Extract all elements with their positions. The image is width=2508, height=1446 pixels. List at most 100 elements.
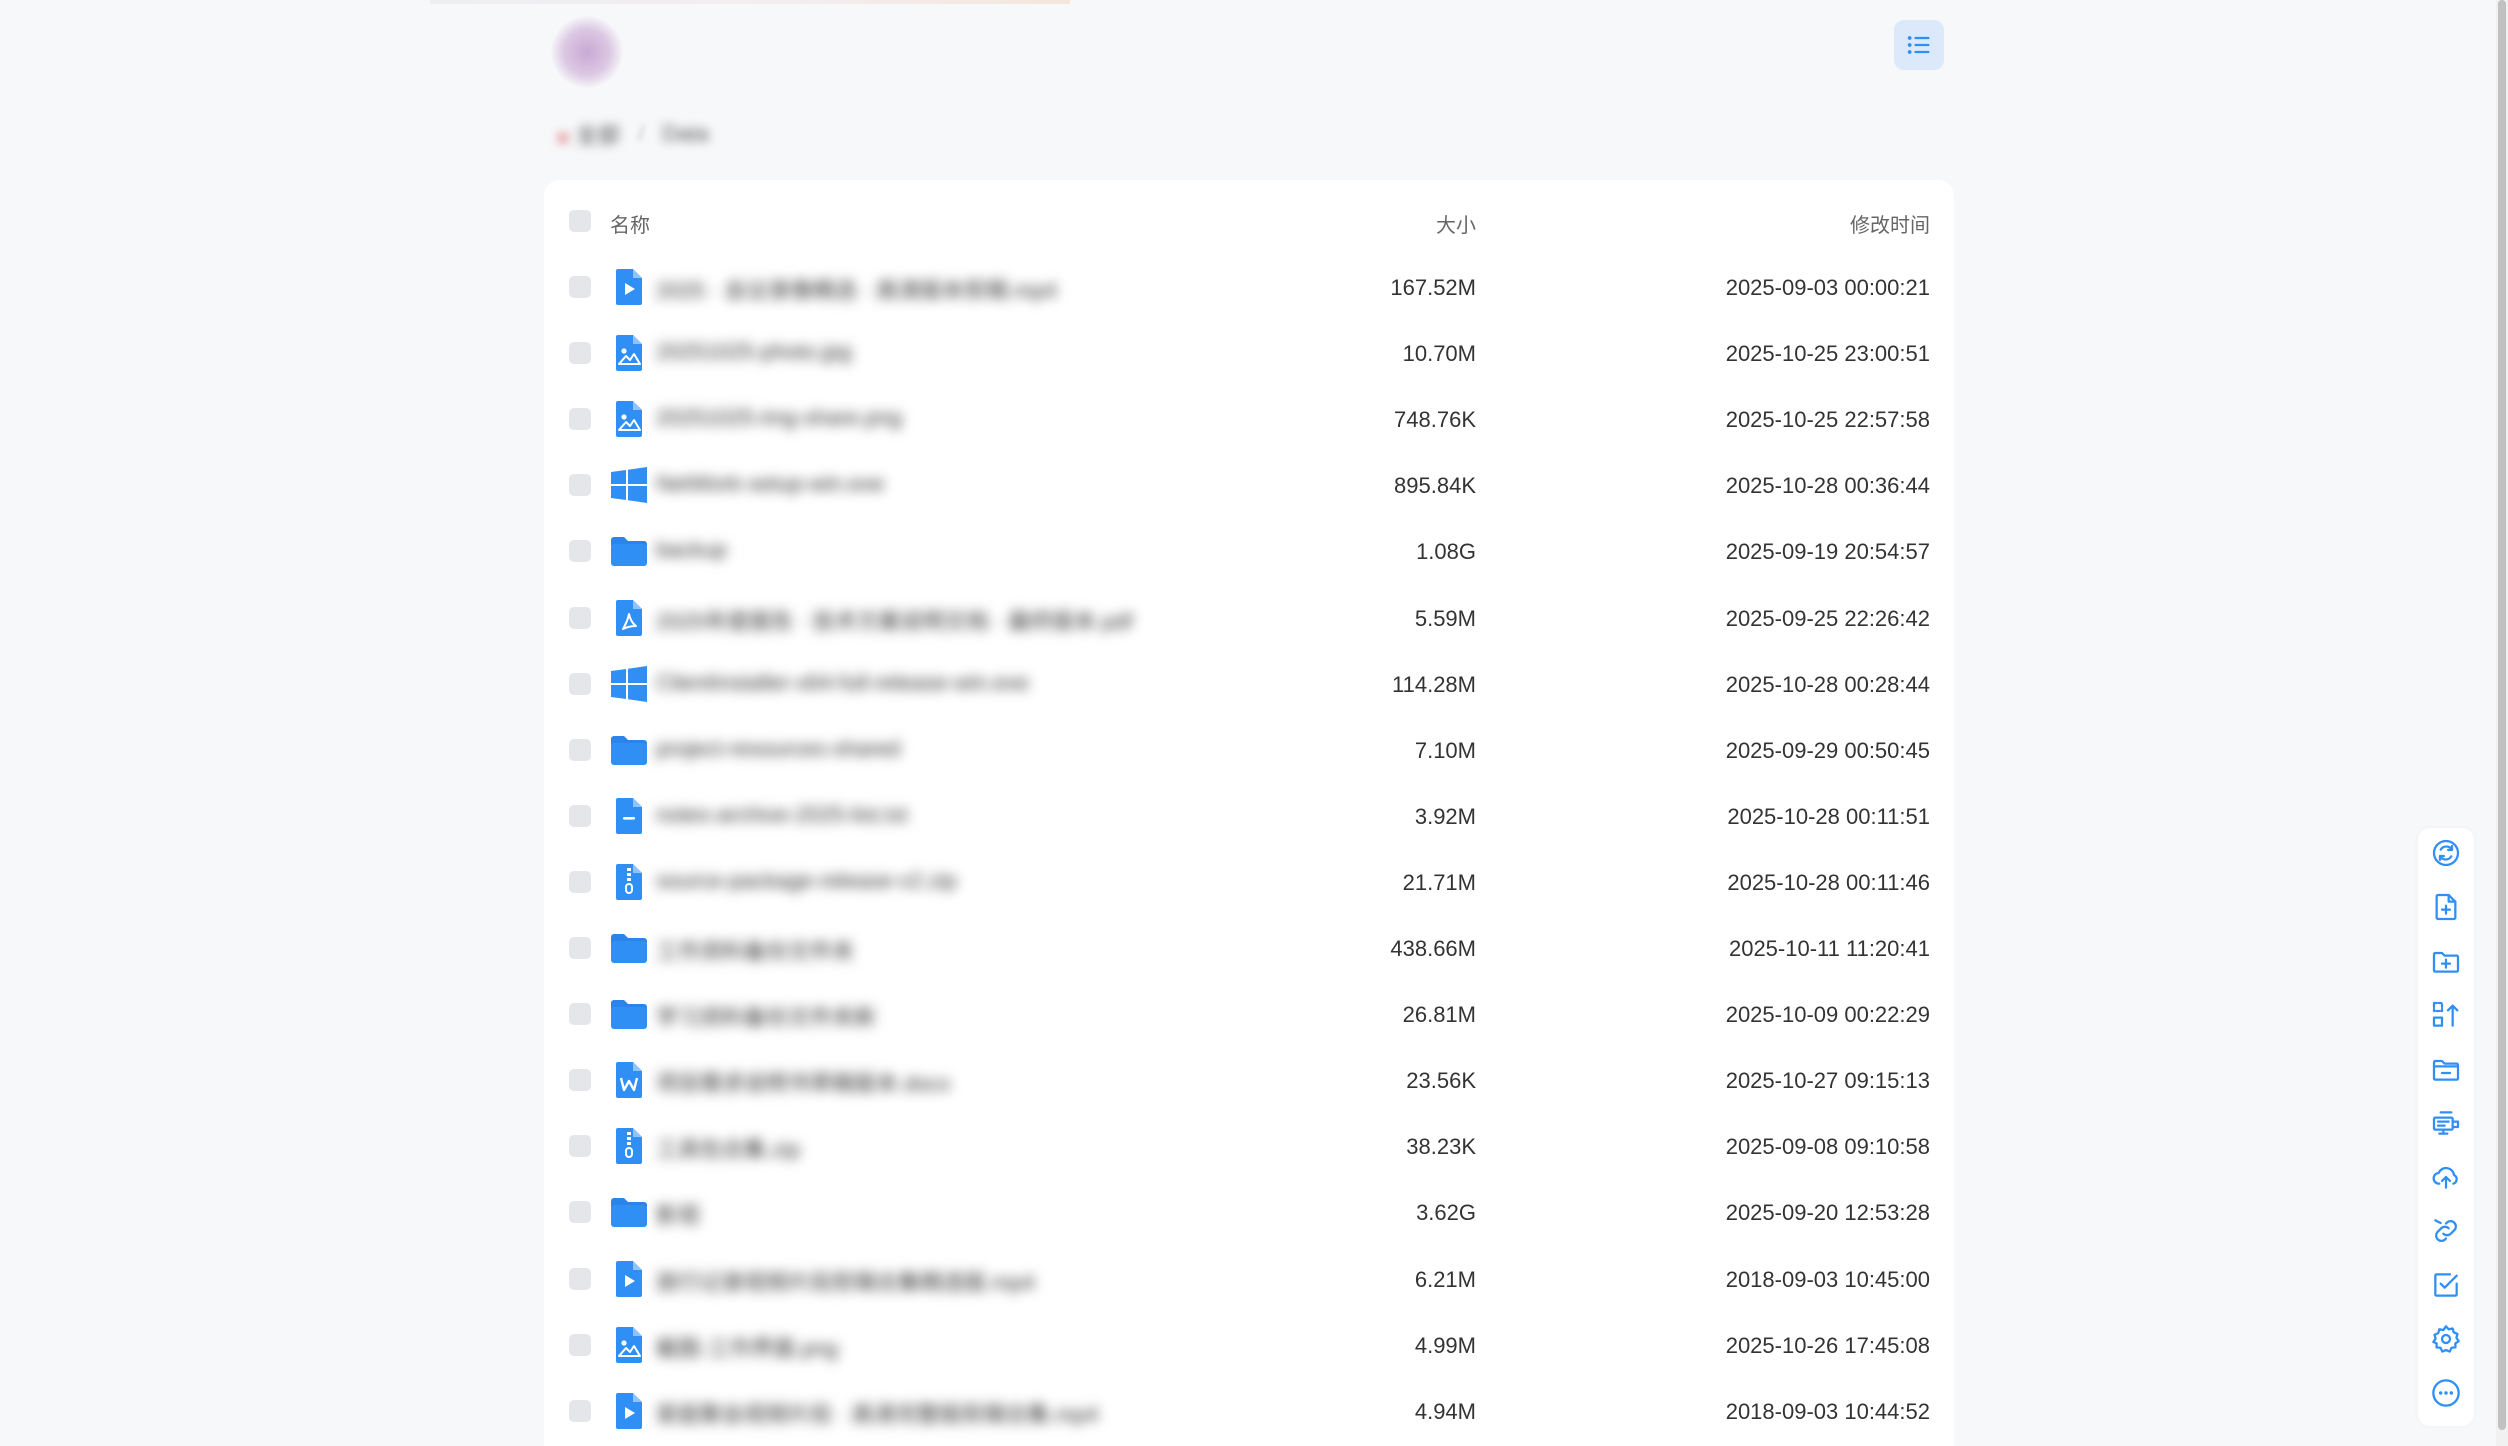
remote-upload-button[interactable] [2430, 1107, 2462, 1139]
video-file-icon [608, 1258, 650, 1300]
file-name[interactable]: NetWork-setup-win.exe [656, 471, 884, 497]
file-list-panel: 名称 大小 修改时间 2025 · 会议录像精选 · 高清版本剪辑.mp4 167… [544, 180, 1954, 1446]
image-file-icon [608, 398, 650, 440]
file-name[interactable]: ClientInstaller-x64-full-release-win.exe [656, 670, 1029, 696]
file-size: 4.94M [1414, 1399, 1476, 1424]
file-name[interactable]: 截图-工作界面.png [656, 1331, 838, 1363]
row-checkbox[interactable] [569, 937, 591, 959]
file-name[interactable]: 20251025-img-share.png [656, 405, 902, 431]
file-row[interactable]: 项目需求说明书草稿版本.docx 23.56K 2025-10-27 09:15:1… [544, 1047, 1954, 1113]
file-name[interactable]: 2025年度报告 · 技术方案说明文档 · 最终版本.pdf [656, 604, 1133, 636]
row-checkbox[interactable] [569, 673, 591, 695]
row-checkbox[interactable] [569, 474, 591, 496]
select-checkbox-button[interactable] [2430, 1269, 2462, 1301]
new-folder-icon [2432, 951, 2460, 973]
column-header-name[interactable]: 名称 [610, 209, 650, 238]
file-size: 4.99M [1414, 1333, 1476, 1358]
windows-file-icon [608, 464, 650, 506]
link-button[interactable] [2430, 1215, 2462, 1247]
file-row[interactable]: 影视 3.62G 2025-09-20 12:53:28 [544, 1179, 1954, 1245]
file-modified-time: 2018-09-03 10:44:52 [1725, 1399, 1930, 1424]
file-name[interactable]: source-package-release-v2.zip [656, 868, 957, 894]
row-checkbox[interactable] [569, 1201, 591, 1223]
sort-button[interactable] [2430, 999, 2462, 1031]
file-name[interactable]: 旅行记录视频片段剪辑合集精选版.mp4 [656, 1265, 1035, 1297]
file-name[interactable]: 项目需求说明书草稿版本.docx [656, 1066, 951, 1098]
row-checkbox[interactable] [569, 607, 591, 629]
file-row[interactable]: 学习资料备份文件夹新 26.81M 2025-10-09 00:22:29 [544, 981, 1954, 1047]
row-checkbox[interactable] [569, 1135, 591, 1157]
remote-upload-icon [2432, 1111, 2460, 1135]
file-name[interactable]: 家庭聚会视频片段 · 高清完整版剪辑合集.mp4 [656, 1397, 1098, 1429]
new-file-button[interactable] [2430, 891, 2462, 923]
folder-minus-button[interactable] [2430, 1053, 2462, 1085]
row-checkbox[interactable] [569, 805, 591, 827]
more-button[interactable] [2430, 1377, 2462, 1409]
pdf-file-icon [608, 597, 650, 639]
file-size: 3.62G [1416, 1200, 1476, 1225]
breadcrumb-root[interactable]: 全部 [558, 118, 620, 150]
file-row[interactable]: 工具包合集.zip 38.23K 2025-09-08 09:10:58 [544, 1113, 1954, 1179]
file-modified-time: 2025-10-28 00:36:44 [1725, 473, 1930, 498]
file-modified-time: 2025-09-08 09:10:58 [1725, 1134, 1930, 1159]
row-checkbox[interactable] [569, 739, 591, 761]
sort-icon [2432, 1001, 2459, 1027]
file-row[interactable]: 2025年度报告 · 技术方案说明文档 · 最终版本.pdf 5.59M 2025-… [544, 585, 1954, 651]
file-name[interactable]: 工作资料备份文件夹 [656, 934, 854, 966]
folder-file-icon [608, 927, 650, 969]
list-view-button[interactable] [1894, 20, 1944, 70]
file-size: 26.81M [1402, 1002, 1476, 1027]
file-row[interactable]: ClientInstaller-x64-full-release-win.exe… [544, 651, 1954, 717]
file-modified-time: 2025-09-29 00:50:45 [1725, 738, 1930, 763]
video-file-icon [608, 1390, 650, 1432]
file-name[interactable]: 影视 [656, 1198, 700, 1230]
video-file-icon [608, 266, 650, 308]
file-row[interactable]: notes-archive-2025-list.txt 3.92M 2025-10-… [544, 783, 1954, 849]
row-checkbox[interactable] [569, 342, 591, 364]
file-row[interactable]: 工作资料备份文件夹 438.66M 2025-10-11 11:20:41 [544, 915, 1954, 981]
file-name[interactable]: 20251025-photo.jpg [656, 339, 852, 365]
row-checkbox[interactable] [569, 408, 591, 430]
column-header-modified[interactable]: 修改时间 [1850, 209, 1930, 238]
row-checkbox[interactable] [569, 1268, 591, 1290]
file-row[interactable]: NetWork-setup-win.exe 895.84K 2025-10-28 0… [544, 452, 1954, 518]
file-name[interactable]: 学习资料备份文件夹新 [656, 1000, 876, 1032]
file-row[interactable]: 20251025-photo.jpg 10.70M 2025-10-25 23:00… [544, 320, 1954, 386]
file-name[interactable]: 2025 · 会议录像精选 · 高清版本剪辑.mp4 [656, 273, 1057, 305]
file-row[interactable]: source-package-release-v2.zip 21.71M 2025-… [544, 849, 1954, 915]
file-name[interactable]: 工具包合集.zip [656, 1132, 800, 1164]
file-manager-app: 全部 / Data 名称 大小 修改时间 2025 · 会议录像精选 · 高清版… [0, 0, 2508, 1446]
list-view-icon [1907, 36, 1930, 54]
file-name[interactable]: notes-archive-2025-list.txt [656, 802, 908, 828]
select-all-checkbox[interactable] [569, 210, 591, 232]
row-checkbox[interactable] [569, 276, 591, 298]
row-checkbox[interactable] [569, 1334, 591, 1356]
file-modified-time: 2025-10-28 00:11:51 [1727, 804, 1930, 829]
breadcrumb-current[interactable]: Data [662, 121, 708, 147]
column-header-size[interactable]: 大小 [1436, 209, 1476, 238]
file-row[interactable]: backup 1.08G 2025-09-19 20:54:57 [544, 518, 1954, 584]
row-checkbox[interactable] [569, 871, 591, 893]
file-row[interactable]: 20251025-img-share.png 748.76K 2025-10-25 … [544, 386, 1954, 452]
file-name[interactable]: project-resources-shared [656, 736, 901, 762]
folder-minus-icon [2432, 1059, 2460, 1081]
file-size: 10.70M [1402, 341, 1476, 366]
file-row[interactable]: 2025 · 会议录像精选 · 高清版本剪辑.mp4 167.52M 2025-09… [544, 254, 1954, 320]
row-checkbox[interactable] [569, 1400, 591, 1422]
scrollbar-thumb[interactable] [2498, 0, 2506, 1430]
row-checkbox[interactable] [569, 540, 591, 562]
file-name[interactable]: backup [656, 537, 727, 563]
file-row[interactable]: 旅行记录视频片段剪辑合集精选版.mp4 6.21M 2018-09-03 10:45… [544, 1246, 1954, 1312]
file-size: 7.10M [1414, 738, 1476, 763]
row-checkbox[interactable] [569, 1069, 591, 1091]
row-checkbox[interactable] [569, 1003, 591, 1025]
avatar[interactable] [551, 16, 623, 88]
file-row[interactable]: project-resources-shared 7.10M 2025-09-29 … [544, 717, 1954, 783]
refresh-button[interactable] [2430, 837, 2462, 869]
file-row[interactable]: 家庭聚会视频片段 · 高清完整版剪辑合集.mp4 4.94M 2018-09-03 … [544, 1378, 1954, 1444]
link-icon [2434, 1219, 2457, 1242]
new-folder-button[interactable] [2430, 945, 2462, 977]
settings-gear-button[interactable] [2430, 1323, 2462, 1355]
upload-cloud-button[interactable] [2430, 1161, 2462, 1193]
file-row[interactable]: 截图-工作界面.png 4.99M 2025-10-26 17:45:08 [544, 1312, 1954, 1378]
